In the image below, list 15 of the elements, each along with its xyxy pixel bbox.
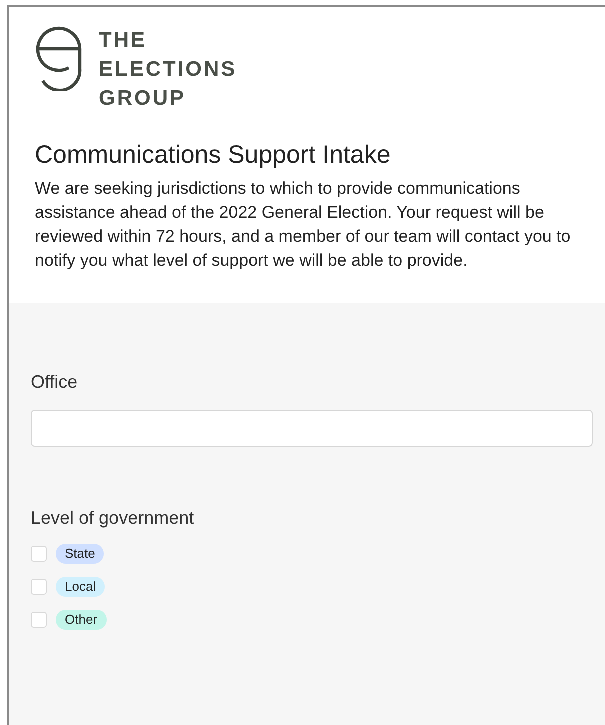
field-label: Office xyxy=(31,371,79,394)
option-tag[interactable]: Other xyxy=(56,610,107,630)
form-title: Communications Support Intake xyxy=(35,140,392,171)
logo-icon xyxy=(35,25,83,91)
option-tag[interactable]: Local xyxy=(56,577,106,597)
logo-text: ELECTIONS xyxy=(99,57,238,83)
option-tag[interactable]: State xyxy=(56,544,104,564)
checkbox[interactable] xyxy=(31,579,47,595)
logo-text: GROUP xyxy=(99,86,188,112)
form-description: We are seeking jurisdictions to which to provide communications assistance ahead of the 2022 General Election. Your request will be reviewed within 72 hours, and a member of our team will contact you to notify you what level of support we will be able to provide. xyxy=(35,178,572,272)
checkbox[interactable] xyxy=(31,612,47,628)
field-label: Level of government xyxy=(31,507,196,530)
input-field[interactable] xyxy=(31,410,593,447)
checkbox[interactable] xyxy=(31,546,47,562)
logo-text: THE xyxy=(99,28,148,54)
